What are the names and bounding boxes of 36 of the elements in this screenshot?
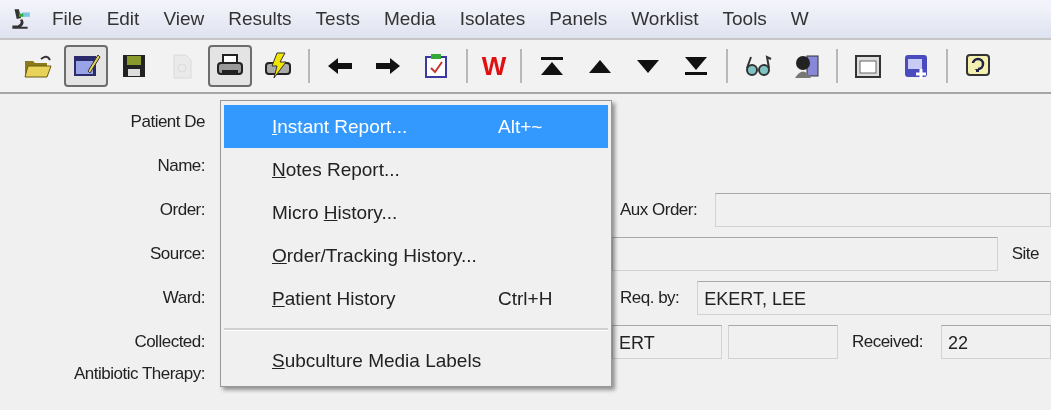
- input-field[interactable]: 22: [941, 325, 1051, 359]
- menu-item[interactable]: W: [778, 8, 821, 30]
- field-label: Received:: [850, 332, 925, 352]
- menu-item[interactable]: Results: [216, 8, 304, 30]
- toolbar-button[interactable]: W: [476, 45, 512, 87]
- menu-item[interactable]: Worklist: [619, 8, 711, 30]
- field-label: Ward:: [161, 288, 205, 308]
- field-label: Name:: [156, 156, 205, 176]
- field-label: Source:: [148, 244, 205, 264]
- field-label: Order:: [158, 200, 205, 220]
- menu-item[interactable]: Order/Tracking History...: [224, 234, 608, 277]
- menu-item[interactable]: View: [151, 8, 217, 30]
- menu-item[interactable]: Notes Report...: [224, 148, 608, 191]
- field-label: Aux Order:: [619, 200, 699, 220]
- menu-item[interactable]: Edit: [94, 8, 152, 30]
- printer-icon[interactable]: [208, 45, 252, 87]
- input-field[interactable]: [715, 193, 1051, 227]
- menu-item[interactable]: Isolates: [447, 8, 538, 30]
- input-field[interactable]: [612, 237, 998, 271]
- field-label: Patient De: [129, 112, 205, 132]
- menu-item[interactable]: Tests: [303, 8, 372, 30]
- input-field[interactable]: ERT: [612, 325, 722, 359]
- menu-item[interactable]: Patient History Ctrl+H: [224, 277, 608, 320]
- input-field[interactable]: EKERT, LEE: [697, 281, 1051, 315]
- menu-item[interactable]: Panels: [537, 8, 620, 30]
- menu-item[interactable]: Media: [371, 8, 448, 30]
- field-label: Collected:: [133, 332, 205, 352]
- menu-item[interactable]: File: [40, 8, 95, 30]
- menu-item[interactable]: Micro History...: [224, 191, 608, 234]
- edit-form-icon[interactable]: [64, 45, 108, 87]
- input-field[interactable]: [727, 325, 838, 359]
- menu-item[interactable]: Tools: [710, 8, 779, 30]
- field-label: Site: [1010, 244, 1040, 264]
- menu-item[interactable]: Subculture Media Labels: [224, 339, 608, 382]
- field-label: Antibiotic Therapy:: [73, 364, 205, 384]
- field-label: Req. by:: [619, 288, 681, 308]
